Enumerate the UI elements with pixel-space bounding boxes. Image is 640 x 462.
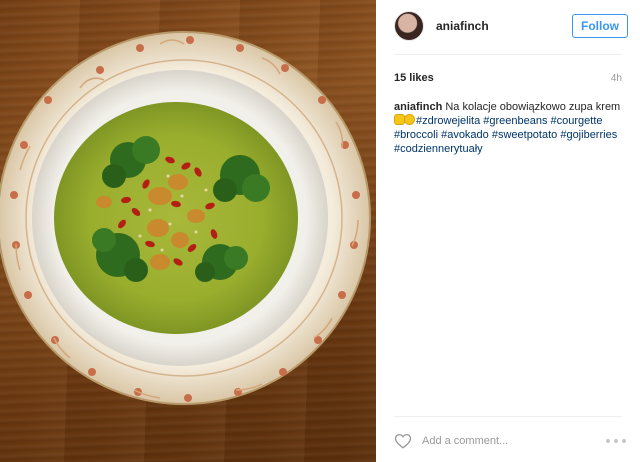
footer-divider bbox=[394, 416, 622, 417]
post-side-panel: aniafinch Follow 15 likes 4h aniafinch N… bbox=[376, 0, 640, 462]
thumbs-up-smiley-emoji-icon bbox=[394, 114, 416, 125]
likes-count[interactable]: 15 likes bbox=[394, 72, 434, 84]
comment-bar bbox=[394, 426, 626, 456]
instagram-post: aniafinch Follow 15 likes 4h aniafinch N… bbox=[0, 0, 640, 462]
heart-outline-icon[interactable] bbox=[394, 432, 412, 450]
header-divider bbox=[394, 54, 622, 55]
post-photo[interactable] bbox=[0, 0, 376, 462]
username-link[interactable]: aniafinch bbox=[436, 19, 572, 33]
more-options-icon[interactable] bbox=[606, 438, 626, 444]
avatar[interactable] bbox=[394, 11, 424, 41]
post-timestamp[interactable]: 4h bbox=[611, 73, 622, 84]
caption-text: Na kolacje obowiązkowo zupa krem bbox=[445, 101, 621, 113]
post-stats: 15 likes 4h bbox=[394, 70, 622, 86]
post-header: aniafinch Follow bbox=[376, 0, 640, 52]
post-caption: aniafinch Na kolacje obowiązkowo zupa kr… bbox=[394, 100, 626, 156]
soup-plate-image bbox=[0, 31, 371, 405]
follow-button[interactable]: Follow bbox=[572, 14, 628, 38]
caption-hashtags[interactable]: #zdrowejelita #greenbeans #courgette #br… bbox=[394, 115, 617, 155]
comment-input[interactable] bbox=[422, 431, 606, 451]
caption-username[interactable]: aniafinch bbox=[394, 101, 442, 113]
